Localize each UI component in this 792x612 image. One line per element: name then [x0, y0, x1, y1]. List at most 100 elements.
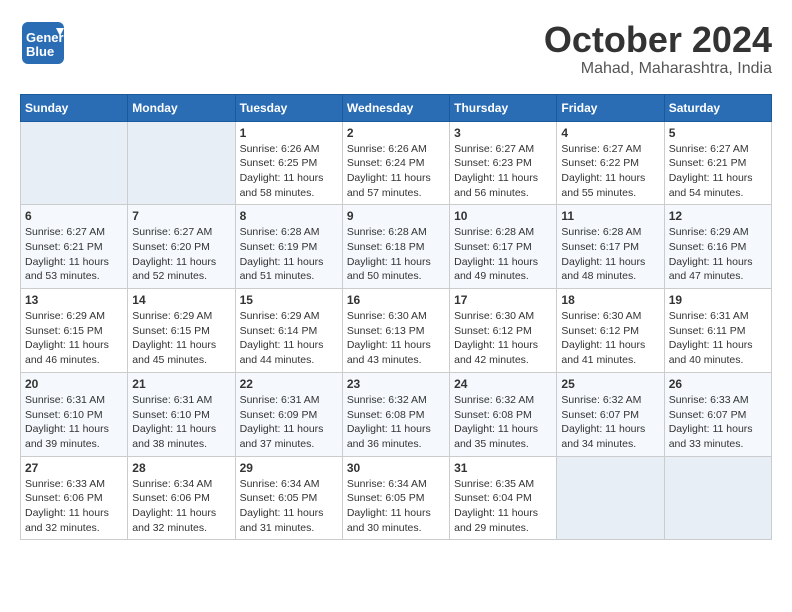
- calendar-header-monday: Monday: [128, 94, 235, 121]
- logo: General Blue: [20, 20, 66, 66]
- calendar-cell: 6 Sunrise: 6:27 AM Sunset: 6:21 PM Daylig…: [21, 205, 128, 289]
- day-info: Sunrise: 6:30 AM Sunset: 6:13 PM Dayligh…: [347, 309, 445, 368]
- day-number: 27: [25, 461, 123, 475]
- title-area: October 2024 Mahad, Maharashtra, India: [544, 20, 772, 78]
- day-number: 12: [669, 209, 767, 223]
- calendar-cell: 13 Sunrise: 6:29 AM Sunset: 6:15 PM Dayli…: [21, 289, 128, 373]
- day-number: 20: [25, 377, 123, 391]
- calendar-cell: 20 Sunrise: 6:31 AM Sunset: 6:10 PM Dayli…: [21, 372, 128, 456]
- calendar-header-friday: Friday: [557, 94, 664, 121]
- day-number: 5: [669, 126, 767, 140]
- calendar-cell: 29 Sunrise: 6:34 AM Sunset: 6:05 PM Dayli…: [235, 456, 342, 540]
- calendar-header-row: SundayMondayTuesdayWednesdayThursdayFrid…: [21, 94, 772, 121]
- calendar-cell: 5 Sunrise: 6:27 AM Sunset: 6:21 PM Daylig…: [664, 121, 771, 205]
- day-number: 4: [561, 126, 659, 140]
- day-number: 31: [454, 461, 552, 475]
- day-info: Sunrise: 6:31 AM Sunset: 6:10 PM Dayligh…: [132, 393, 230, 452]
- day-info: Sunrise: 6:35 AM Sunset: 6:04 PM Dayligh…: [454, 477, 552, 536]
- calendar-cell: 21 Sunrise: 6:31 AM Sunset: 6:10 PM Dayli…: [128, 372, 235, 456]
- day-number: 23: [347, 377, 445, 391]
- calendar-header-thursday: Thursday: [450, 94, 557, 121]
- day-number: 22: [240, 377, 338, 391]
- day-info: Sunrise: 6:26 AM Sunset: 6:24 PM Dayligh…: [347, 142, 445, 201]
- calendar-week-row: 27Sunrise: 6:33 AM Sunset: 6:06 PM Dayli…: [21, 456, 772, 540]
- day-number: 17: [454, 293, 552, 307]
- svg-text:Blue: Blue: [26, 44, 54, 59]
- day-number: 7: [132, 209, 230, 223]
- calendar-cell: 23Sunrise: 6:32 AM Sunset: 6:08 PM Dayli…: [342, 372, 449, 456]
- day-number: 10: [454, 209, 552, 223]
- day-info: Sunrise: 6:30 AM Sunset: 6:12 PM Dayligh…: [454, 309, 552, 368]
- calendar-cell: 3Sunrise: 6:27 AM Sunset: 6:23 PM Daylig…: [450, 121, 557, 205]
- calendar-week-row: 20 Sunrise: 6:31 AM Sunset: 6:10 PM Dayli…: [21, 372, 772, 456]
- day-info: Sunrise: 6:32 AM Sunset: 6:08 PM Dayligh…: [454, 393, 552, 452]
- calendar-cell: 1 Sunrise: 6:26 AM Sunset: 6:25 PM Daylig…: [235, 121, 342, 205]
- day-number: 2: [347, 126, 445, 140]
- day-info: Sunrise: 6:28 AM Sunset: 6:17 PM Dayligh…: [454, 225, 552, 284]
- day-number: 19: [669, 293, 767, 307]
- calendar-cell: 16Sunrise: 6:30 AM Sunset: 6:13 PM Dayli…: [342, 289, 449, 373]
- calendar-week-row: 1 Sunrise: 6:26 AM Sunset: 6:25 PM Daylig…: [21, 121, 772, 205]
- day-number: 15: [240, 293, 338, 307]
- day-info: Sunrise: 6:32 AM Sunset: 6:07 PM Dayligh…: [561, 393, 659, 452]
- day-info: Sunrise: 6:34 AM Sunset: 6:05 PM Dayligh…: [347, 477, 445, 536]
- calendar-cell: 15 Sunrise: 6:29 AM Sunset: 6:14 PM Dayli…: [235, 289, 342, 373]
- day-number: 6: [25, 209, 123, 223]
- calendar-cell: 30 Sunrise: 6:34 AM Sunset: 6:05 PM Dayli…: [342, 456, 449, 540]
- calendar-cell: 17 Sunrise: 6:30 AM Sunset: 6:12 PM Dayli…: [450, 289, 557, 373]
- calendar-cell: 27Sunrise: 6:33 AM Sunset: 6:06 PM Dayli…: [21, 456, 128, 540]
- day-info: Sunrise: 6:29 AM Sunset: 6:15 PM Dayligh…: [25, 309, 123, 368]
- calendar-cell: 26 Sunrise: 6:33 AM Sunset: 6:07 PM Dayli…: [664, 372, 771, 456]
- calendar-cell: [557, 456, 664, 540]
- day-info: Sunrise: 6:27 AM Sunset: 6:21 PM Dayligh…: [25, 225, 123, 284]
- day-number: 25: [561, 377, 659, 391]
- logo-icon: General Blue: [20, 20, 66, 66]
- day-info: Sunrise: 6:27 AM Sunset: 6:21 PM Dayligh…: [669, 142, 767, 201]
- calendar-cell: 9 Sunrise: 6:28 AM Sunset: 6:18 PM Daylig…: [342, 205, 449, 289]
- calendar-cell: 8Sunrise: 6:28 AM Sunset: 6:19 PM Daylig…: [235, 205, 342, 289]
- calendar-cell: 18 Sunrise: 6:30 AM Sunset: 6:12 PM Dayli…: [557, 289, 664, 373]
- page-header: General Blue October 2024 Mahad, Maharas…: [20, 20, 772, 78]
- day-info: Sunrise: 6:34 AM Sunset: 6:06 PM Dayligh…: [132, 477, 230, 536]
- day-info: Sunrise: 6:31 AM Sunset: 6:10 PM Dayligh…: [25, 393, 123, 452]
- day-number: 24: [454, 377, 552, 391]
- calendar-cell: 25 Sunrise: 6:32 AM Sunset: 6:07 PM Dayli…: [557, 372, 664, 456]
- calendar-cell: 14 Sunrise: 6:29 AM Sunset: 6:15 PM Dayli…: [128, 289, 235, 373]
- day-number: 18: [561, 293, 659, 307]
- calendar-cell: 12Sunrise: 6:29 AM Sunset: 6:16 PM Dayli…: [664, 205, 771, 289]
- day-info: Sunrise: 6:31 AM Sunset: 6:11 PM Dayligh…: [669, 309, 767, 368]
- calendar-cell: 10 Sunrise: 6:28 AM Sunset: 6:17 PM Dayli…: [450, 205, 557, 289]
- day-info: Sunrise: 6:27 AM Sunset: 6:23 PM Dayligh…: [454, 142, 552, 201]
- day-info: Sunrise: 6:31 AM Sunset: 6:09 PM Dayligh…: [240, 393, 338, 452]
- day-info: Sunrise: 6:33 AM Sunset: 6:07 PM Dayligh…: [669, 393, 767, 452]
- day-info: Sunrise: 6:34 AM Sunset: 6:05 PM Dayligh…: [240, 477, 338, 536]
- day-info: Sunrise: 6:29 AM Sunset: 6:15 PM Dayligh…: [132, 309, 230, 368]
- month-title: October 2024: [544, 20, 772, 60]
- location-title: Mahad, Maharashtra, India: [544, 60, 772, 78]
- calendar-cell: 11Sunrise: 6:28 AM Sunset: 6:17 PM Dayli…: [557, 205, 664, 289]
- calendar-week-row: 13 Sunrise: 6:29 AM Sunset: 6:15 PM Dayli…: [21, 289, 772, 373]
- day-info: Sunrise: 6:26 AM Sunset: 6:25 PM Dayligh…: [240, 142, 338, 201]
- day-info: Sunrise: 6:27 AM Sunset: 6:22 PM Dayligh…: [561, 142, 659, 201]
- day-number: 14: [132, 293, 230, 307]
- day-number: 29: [240, 461, 338, 475]
- day-number: 26: [669, 377, 767, 391]
- calendar-cell: [128, 121, 235, 205]
- calendar-cell: [664, 456, 771, 540]
- calendar-cell: [21, 121, 128, 205]
- calendar-cell: 24 Sunrise: 6:32 AM Sunset: 6:08 PM Dayli…: [450, 372, 557, 456]
- calendar-cell: 2 Sunrise: 6:26 AM Sunset: 6:24 PM Daylig…: [342, 121, 449, 205]
- calendar-cell: 22 Sunrise: 6:31 AM Sunset: 6:09 PM Dayli…: [235, 372, 342, 456]
- calendar-cell: 7Sunrise: 6:27 AM Sunset: 6:20 PM Daylig…: [128, 205, 235, 289]
- day-info: Sunrise: 6:29 AM Sunset: 6:14 PM Dayligh…: [240, 309, 338, 368]
- calendar-cell: 4 Sunrise: 6:27 AM Sunset: 6:22 PM Daylig…: [557, 121, 664, 205]
- day-number: 1: [240, 126, 338, 140]
- calendar-week-row: 6 Sunrise: 6:27 AM Sunset: 6:21 PM Daylig…: [21, 205, 772, 289]
- day-number: 30: [347, 461, 445, 475]
- day-number: 9: [347, 209, 445, 223]
- day-number: 13: [25, 293, 123, 307]
- calendar-cell: 28Sunrise: 6:34 AM Sunset: 6:06 PM Dayli…: [128, 456, 235, 540]
- day-info: Sunrise: 6:30 AM Sunset: 6:12 PM Dayligh…: [561, 309, 659, 368]
- day-number: 21: [132, 377, 230, 391]
- day-info: Sunrise: 6:28 AM Sunset: 6:18 PM Dayligh…: [347, 225, 445, 284]
